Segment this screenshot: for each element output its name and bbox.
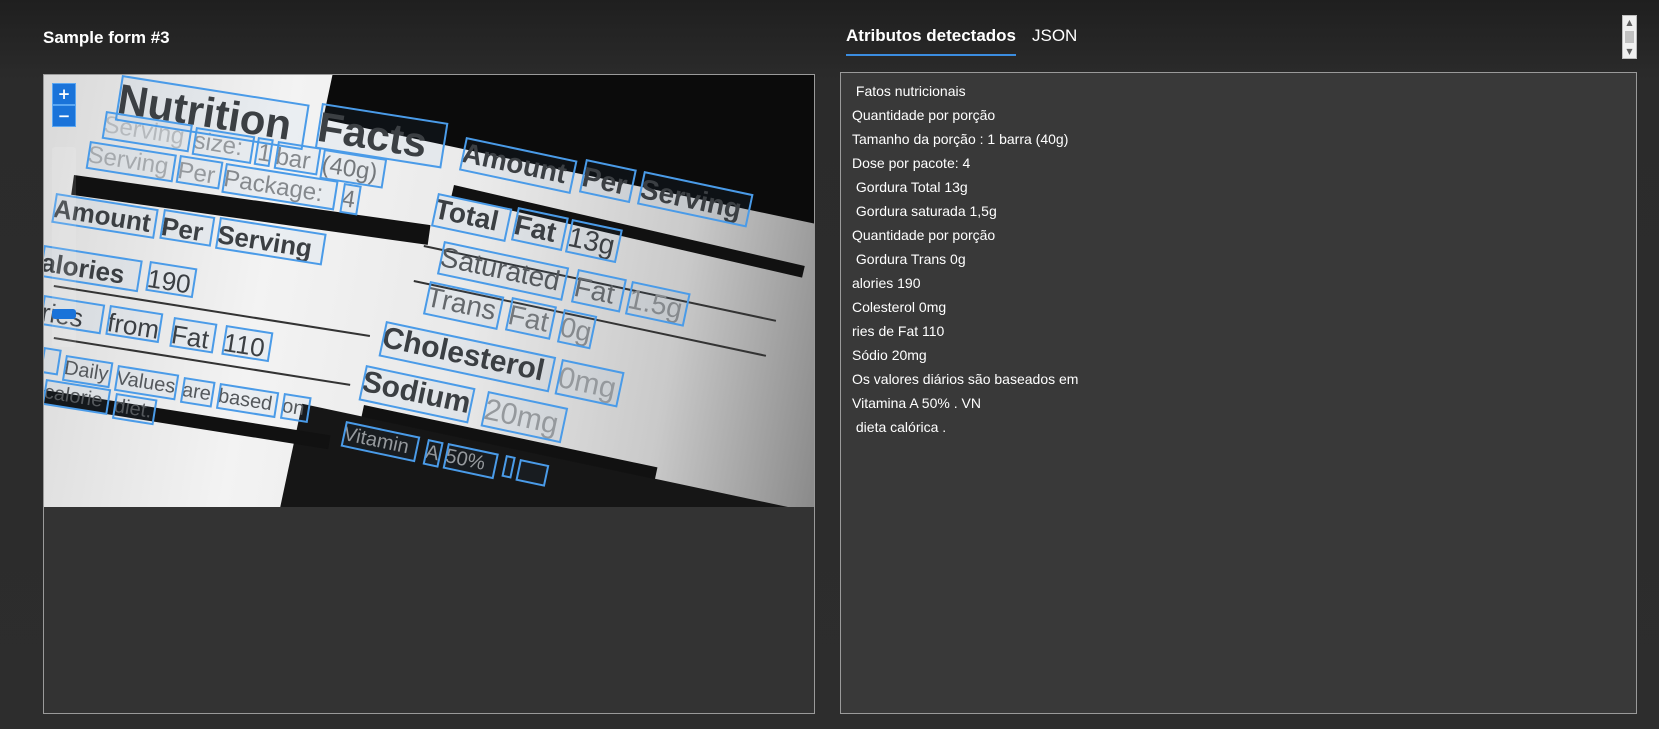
page-scrollbar[interactable]: ▲ ▼: [1622, 15, 1637, 59]
ocr-bounding-box[interactable]: [253, 137, 274, 168]
ocr-bounding-box[interactable]: [624, 281, 691, 327]
result-line: alories 190: [852, 275, 921, 291]
zoom-in-button[interactable]: +: [52, 83, 76, 105]
ocr-bounding-box[interactable]: [554, 359, 625, 408]
result-line: Sódio 20mg: [852, 347, 927, 363]
ocr-bounding-box[interactable]: [111, 393, 158, 426]
ocr-bounding-box[interactable]: [504, 297, 557, 340]
zoom-slider[interactable]: [52, 147, 76, 347]
result-line: Quantidade por porção: [852, 107, 996, 123]
nutrition-label-image: Nutrition Facts Serving size: 1 bar (40g…: [44, 75, 814, 507]
result-line: Fatos nutricionais: [852, 83, 966, 99]
tab-json[interactable]: JSON: [1032, 26, 1077, 54]
ocr-bounding-box[interactable]: [44, 347, 62, 376]
ocr-bounding-box[interactable]: [339, 183, 362, 216]
result-line: Vitamina A 50% . VN: [852, 395, 981, 411]
result-line: Colesterol 0mg: [852, 299, 947, 315]
scroll-up-icon[interactable]: ▲: [1623, 16, 1636, 29]
ocr-bounding-box[interactable]: [422, 281, 505, 331]
ocr-bounding-box[interactable]: [279, 393, 312, 424]
result-line: Tamanho da porção : 1 barra (40g): [852, 131, 1069, 147]
detected-attributes-panel[interactable]: Fatos nutricionais Quantidade por porção…: [840, 72, 1637, 714]
result-line: Quantidade por porção: [852, 227, 996, 243]
zoom-controls: + −: [52, 83, 76, 127]
form-title: Sample form #3: [43, 28, 170, 47]
result-line: Gordura Total 13g: [852, 179, 968, 195]
zoom-out-button[interactable]: −: [52, 105, 76, 127]
ocr-bounding-box[interactable]: [556, 309, 598, 350]
zoom-slider-thumb[interactable]: [52, 308, 76, 319]
result-line: Gordura Trans 0g: [852, 251, 966, 267]
document-viewer[interactable]: Nutrition Facts Serving size: 1 bar (40g…: [43, 74, 815, 714]
ocr-bounding-box[interactable]: [570, 269, 627, 313]
scrollbar-thumb[interactable]: [1625, 31, 1634, 43]
result-line: Gordura saturada 1,5g: [852, 203, 997, 219]
scroll-down-icon[interactable]: ▼: [1623, 45, 1636, 58]
tab-detected-attributes[interactable]: Atributos detectados: [846, 26, 1017, 56]
ocr-bounding-box[interactable]: [179, 377, 216, 408]
result-line: Dose por pacote: 4: [852, 155, 971, 171]
result-line: ries de Fat 110: [852, 323, 945, 339]
ocr-bounding-box[interactable]: [215, 383, 280, 419]
result-line: Os valores diários são baseados em: [852, 371, 1079, 387]
result-line: dieta calórica .: [852, 419, 947, 435]
